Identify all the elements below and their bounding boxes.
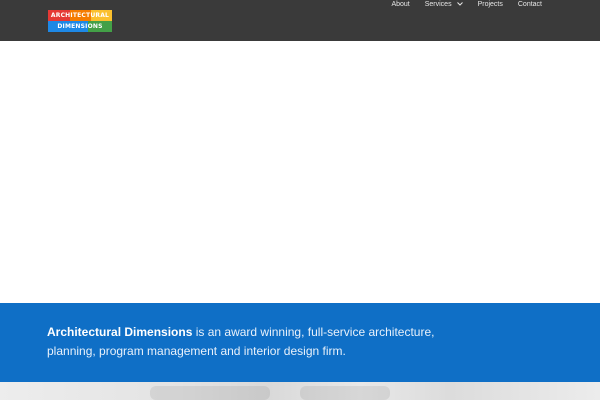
- nav-about[interactable]: About: [391, 0, 409, 10]
- nav-contact[interactable]: Contact: [518, 0, 542, 10]
- chevron-down-icon: [456, 1, 463, 9]
- section-background-image: [0, 382, 600, 400]
- main-nav: About Services Projects Contact: [391, 0, 542, 10]
- site-logo[interactable]: ARCHITECTURAL DIMENSIONS: [48, 10, 112, 32]
- hero-area: [0, 41, 600, 303]
- intro-brand: Architectural Dimensions: [47, 325, 193, 339]
- nav-contact-label: Contact: [517, 1, 542, 8]
- logo-top-row: ARCHITECTURAL: [48, 10, 112, 21]
- logo-line-1: ARCHITECTURAL: [50, 12, 110, 19]
- image-shade: [300, 386, 390, 400]
- nav-about-label: About: [391, 1, 410, 8]
- logo-line-2: DIMENSIONS: [57, 23, 103, 30]
- nav-services-label: Services: [424, 1, 452, 8]
- logo-bottom-row: DIMENSIONS: [48, 21, 112, 32]
- nav-services[interactable]: Services: [425, 0, 463, 10]
- site-header: ARCHITECTURAL DIMENSIONS About Services …: [0, 0, 600, 41]
- image-shade: [150, 386, 270, 400]
- nav-projects[interactable]: Projects: [478, 0, 503, 10]
- intro-text: Architectural Dimensions is an award win…: [47, 323, 457, 361]
- nav-projects-label: Projects: [477, 1, 503, 8]
